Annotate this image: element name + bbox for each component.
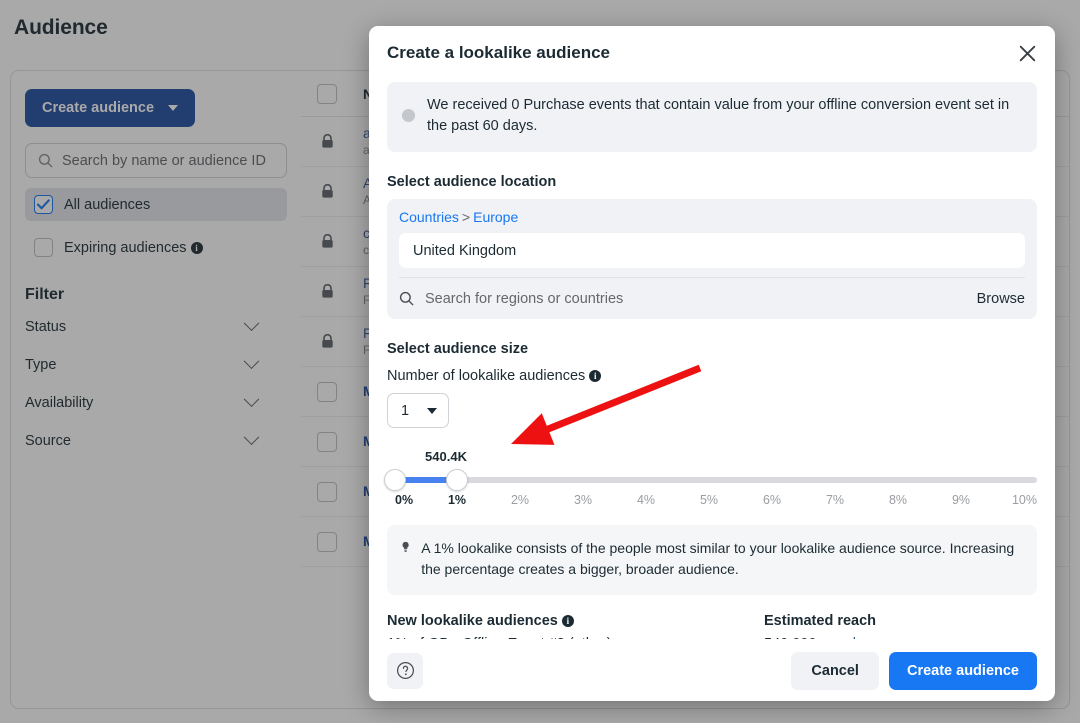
number-of-audiences-select[interactable]: 1 [387,393,449,429]
lookalike-tip: A 1% lookalike consists of the people mo… [387,525,1037,595]
bullet-icon [402,109,415,122]
breadcrumb-countries[interactable]: Countries [399,209,459,225]
location-search-row: Search for regions or countries Browse [399,277,1025,319]
dialog-body: We received 0 Purchase events that conta… [369,80,1055,639]
slider-tick-7: 7% [825,493,845,508]
summary-row: New lookalike audiencesi 1% of GB - Offl… [387,613,1037,639]
lightbulb-icon [402,541,409,553]
slider-tick-4: 4% [636,493,656,508]
estimated-reach-label: Estimated reach [764,612,877,629]
new-lookalike-audiences-column: New lookalike audiencesi 1% of GB - Offl… [387,613,764,639]
slider-ticks: 0% 1% 2% 3% 4% 5% 6% 7% 8% 9% 10% [387,493,1037,511]
info-icon[interactable]: i [561,614,574,627]
purchase-events-notice: We received 0 Purchase events that conta… [387,82,1037,153]
location-search-input[interactable]: Search for regions or countries [425,291,966,307]
dialog-footer: Cancel Create audience [369,639,1055,701]
create-audience-submit-button[interactable]: Create audience [888,651,1037,690]
slider-track[interactable] [395,477,1037,484]
dialog-header: Create a lookalike audience [369,26,1055,80]
notice-text: We received 0 Purchase events that conta… [427,97,1010,135]
selected-location-label: United Kingdom [413,242,517,259]
question-circle-icon[interactable] [387,652,423,689]
create-lookalike-audience-dialog: Create a lookalike audience We received … [369,26,1055,701]
slider-tick-6: 6% [762,493,782,508]
number-of-audiences-value: 1 [401,402,410,419]
slider-tick-3: 3% [573,493,593,508]
screen: Audience Create audience Search by name … [0,0,1080,723]
browse-button[interactable]: Browse [977,291,1025,307]
slider-handle-min[interactable] [384,469,406,492]
info-icon[interactable]: i [589,370,602,383]
search-icon [399,291,414,306]
breadcrumb-separator: > [461,209,471,226]
breadcrumb: Countries > Europe [399,209,1025,225]
cancel-button[interactable]: Cancel [791,651,879,690]
slider-tick-10: 10% [1011,493,1037,508]
audience-size-slider[interactable]: 540.4K 0% 1% 2% 3% 4% 5% 6% 7% 8% 9% 10% [384,449,1037,511]
lookalike-tip-text: A 1% lookalike consists of the people mo… [421,540,1015,578]
section-title-audience-size: Select audience size [387,341,529,358]
location-picker: Countries > Europe United Kingdom Search f… [387,199,1037,320]
dialog-title: Create a lookalike audience [387,43,610,62]
slider-tick-8: 8% [888,493,908,508]
new-lookalike-audiences-label: New lookalike audiences i [387,613,764,629]
breadcrumb-europe[interactable]: Europe [473,209,518,225]
slider-handle-max[interactable] [446,469,468,492]
slider-tick-2: 2% [510,493,530,508]
selected-location-united-kingdom[interactable]: United Kingdom [399,233,1025,269]
number-of-audiences-label: Number of lookalike audiences i [387,368,1037,384]
chevron-down-icon [427,407,437,414]
section-title-location: Select audience location [387,174,557,191]
slider-value-label: 540.4K [425,449,467,465]
slider-tick-9: 9% [951,493,971,508]
slider-tick-0: 0% [395,493,414,508]
estimated-reach-column: Estimated reach 540,000 people [764,613,876,639]
slider-tick-5: 5% [699,493,719,508]
close-icon[interactable] [1011,37,1043,69]
slider-tick-1: 1% [447,493,467,508]
